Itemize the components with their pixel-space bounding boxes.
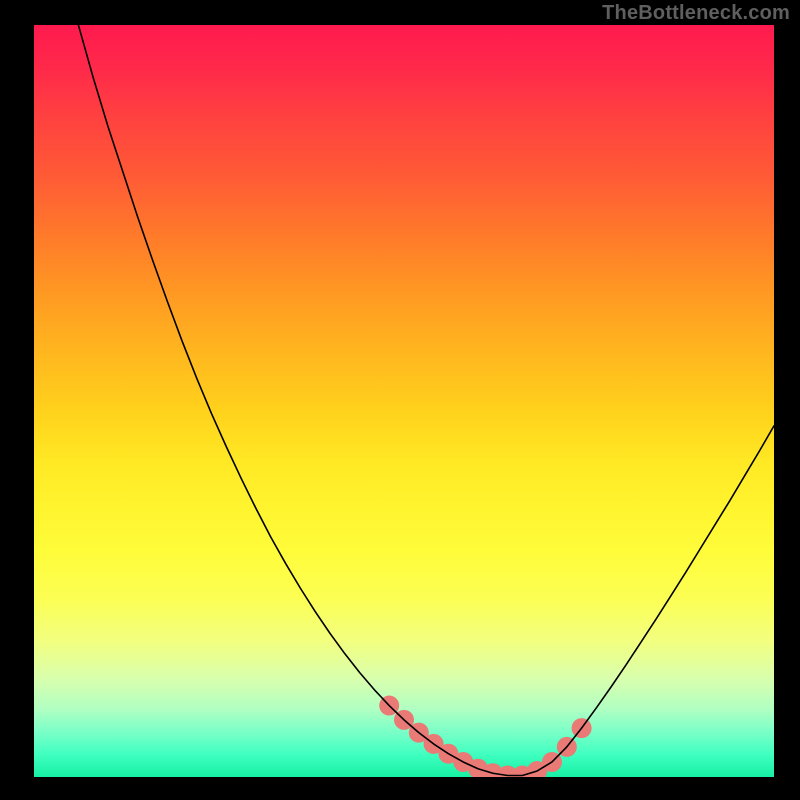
plot-area [34,25,774,777]
chart-frame: TheBottleneck.com [0,0,800,800]
bottleneck-curve [78,25,774,776]
hotspot-dots [379,696,591,777]
attribution-watermark: TheBottleneck.com [602,2,790,25]
curve-overlay [34,25,774,777]
